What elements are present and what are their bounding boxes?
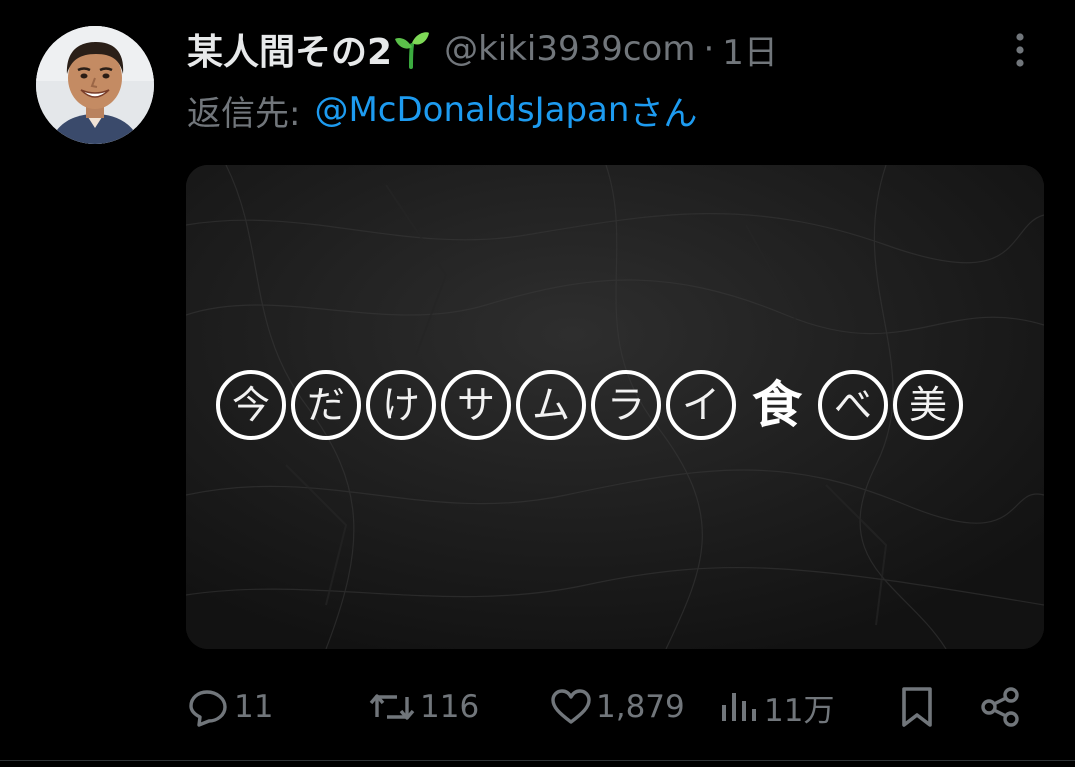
tweet-divider (0, 760, 1075, 761)
retweet-count: 116 (420, 689, 480, 725)
reply-button[interactable]: 11 (187, 680, 273, 734)
circled-char: べ (818, 370, 888, 440)
like-count: 1,879 (596, 689, 685, 725)
circled-char: け (366, 370, 436, 440)
bookmark-icon (902, 687, 932, 727)
bold-char: 食 (752, 376, 802, 434)
share-button[interactable] (979, 680, 1026, 734)
reply-suffix: さん (629, 93, 698, 134)
reply-target-link[interactable]: @McDonaldsJapan (314, 90, 629, 130)
display-name[interactable]: 某人間その2 (187, 23, 392, 75)
circled-char: 美 (893, 370, 963, 440)
circled-text: 今 だ け サ ム ラ イ 食 べ 美 (216, 370, 963, 446)
circled-char: 今 (216, 370, 286, 440)
reply-context: 返信先: @McDonaldsJapan さん (187, 84, 697, 136)
circled-char: だ (291, 370, 361, 440)
reply-prefix: 返信先: (187, 93, 301, 134)
action-bar: 11 116 1,879 11万 (187, 680, 1037, 734)
avatar[interactable] (36, 26, 154, 144)
views-button[interactable]: 11万 (717, 680, 834, 734)
tweet-image[interactable]: 今 だ け サ ム ラ イ 食 べ 美 (186, 165, 1044, 649)
circled-char: ム (516, 370, 586, 440)
retweet-icon (369, 694, 415, 720)
view-count: 11万 (764, 692, 835, 729)
more-vertical-icon (1016, 33, 1024, 67)
reply-icon (189, 690, 227, 727)
analytics-icon (722, 693, 756, 721)
separator-dot: · (703, 29, 715, 69)
tweet-timestamp[interactable]: 1日 (722, 25, 778, 74)
author-handle[interactable]: @kiki3939com (444, 29, 695, 69)
heart-icon (551, 689, 591, 724)
sprout-icon (394, 29, 430, 69)
circled-char: サ (441, 370, 511, 440)
tweet[interactable]: 某人間その2 @kiki3939com · 1日 返信先: @McDonalds… (0, 0, 1075, 767)
tweet-header: 某人間その2 @kiki3939com · 1日 (187, 22, 778, 76)
more-options-button[interactable] (1000, 30, 1040, 70)
like-button[interactable]: 1,879 (549, 680, 685, 734)
share-icon (981, 687, 1019, 727)
bookmark-button[interactable] (897, 680, 940, 734)
reply-count: 11 (234, 689, 274, 725)
circled-char: ラ (591, 370, 661, 440)
retweet-button[interactable]: 116 (367, 680, 479, 734)
user-avatar-icon (36, 26, 154, 144)
circled-char: イ (666, 370, 736, 440)
